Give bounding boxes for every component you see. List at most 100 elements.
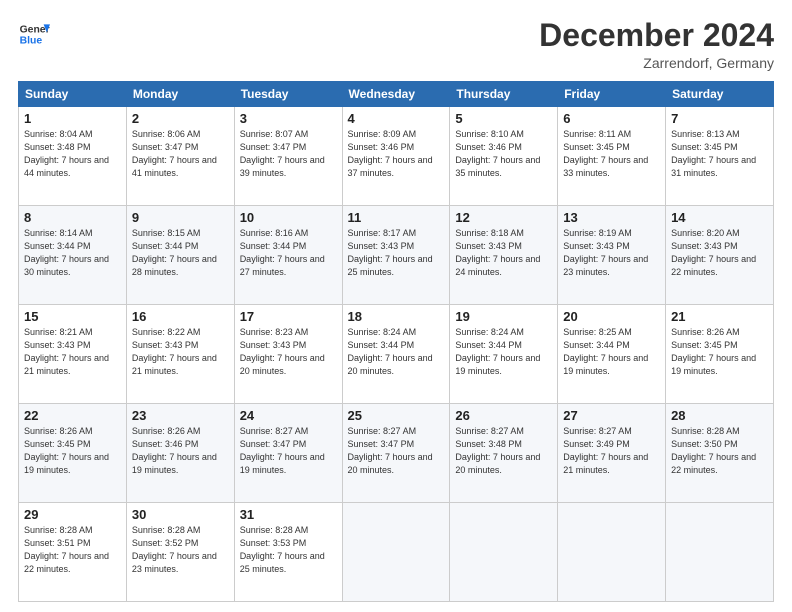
day-number: 25 — [348, 408, 445, 423]
day-number: 29 — [24, 507, 121, 522]
svg-text:Blue: Blue — [20, 36, 43, 47]
day-info: Sunrise: 8:28 AMSunset: 3:53 PMDaylight:… — [240, 524, 337, 576]
day-info: Sunrise: 8:06 AMSunset: 3:47 PMDaylight:… — [132, 128, 229, 180]
title-block: December 2024 Zarrendorf, Germany — [539, 18, 774, 71]
day-info: Sunrise: 8:26 AMSunset: 3:45 PMDaylight:… — [24, 425, 121, 477]
day-info: Sunrise: 8:11 AMSunset: 3:45 PMDaylight:… — [563, 128, 660, 180]
week-row-2: 8 Sunrise: 8:14 AMSunset: 3:44 PMDayligh… — [19, 206, 774, 305]
day-number: 15 — [24, 309, 121, 324]
day-cell-24: 24 Sunrise: 8:27 AMSunset: 3:47 PMDaylig… — [234, 404, 342, 503]
day-number: 7 — [671, 111, 768, 126]
day-info: Sunrise: 8:20 AMSunset: 3:43 PMDaylight:… — [671, 227, 768, 279]
day-info: Sunrise: 8:14 AMSunset: 3:44 PMDaylight:… — [24, 227, 121, 279]
day-number: 28 — [671, 408, 768, 423]
day-number: 12 — [455, 210, 552, 225]
day-cell-21: 21 Sunrise: 8:26 AMSunset: 3:45 PMDaylig… — [666, 305, 774, 404]
day-cell-23: 23 Sunrise: 8:26 AMSunset: 3:46 PMDaylig… — [126, 404, 234, 503]
calendar-title: December 2024 — [539, 18, 774, 53]
day-info: Sunrise: 8:28 AMSunset: 3:52 PMDaylight:… — [132, 524, 229, 576]
day-info: Sunrise: 8:24 AMSunset: 3:44 PMDaylight:… — [348, 326, 445, 378]
day-number: 10 — [240, 210, 337, 225]
day-info: Sunrise: 8:19 AMSunset: 3:43 PMDaylight:… — [563, 227, 660, 279]
day-info: Sunrise: 8:21 AMSunset: 3:43 PMDaylight:… — [24, 326, 121, 378]
day-cell-30: 30 Sunrise: 8:28 AMSunset: 3:52 PMDaylig… — [126, 503, 234, 602]
day-info: Sunrise: 8:15 AMSunset: 3:44 PMDaylight:… — [132, 227, 229, 279]
week-row-1: 1 Sunrise: 8:04 AMSunset: 3:48 PMDayligh… — [19, 107, 774, 206]
day-cell-19: 19 Sunrise: 8:24 AMSunset: 3:44 PMDaylig… — [450, 305, 558, 404]
day-info: Sunrise: 8:27 AMSunset: 3:47 PMDaylight:… — [348, 425, 445, 477]
day-cell-10: 10 Sunrise: 8:16 AMSunset: 3:44 PMDaylig… — [234, 206, 342, 305]
day-cell-13: 13 Sunrise: 8:19 AMSunset: 3:43 PMDaylig… — [558, 206, 666, 305]
page: General Blue December 2024 Zarrendorf, G… — [0, 0, 792, 612]
day-info: Sunrise: 8:10 AMSunset: 3:46 PMDaylight:… — [455, 128, 552, 180]
day-cell-16: 16 Sunrise: 8:22 AMSunset: 3:43 PMDaylig… — [126, 305, 234, 404]
day-cell-3: 3 Sunrise: 8:07 AMSunset: 3:47 PMDayligh… — [234, 107, 342, 206]
day-number: 30 — [132, 507, 229, 522]
day-cell-7: 7 Sunrise: 8:13 AMSunset: 3:45 PMDayligh… — [666, 107, 774, 206]
day-cell-8: 8 Sunrise: 8:14 AMSunset: 3:44 PMDayligh… — [19, 206, 127, 305]
empty-cell — [342, 503, 450, 602]
day-info: Sunrise: 8:28 AMSunset: 3:50 PMDaylight:… — [671, 425, 768, 477]
day-cell-1: 1 Sunrise: 8:04 AMSunset: 3:48 PMDayligh… — [19, 107, 127, 206]
day-number: 13 — [563, 210, 660, 225]
day-number: 31 — [240, 507, 337, 522]
calendar-table: Sunday Monday Tuesday Wednesday Thursday… — [18, 81, 774, 602]
day-info: Sunrise: 8:07 AMSunset: 3:47 PMDaylight:… — [240, 128, 337, 180]
day-info: Sunrise: 8:13 AMSunset: 3:45 PMDaylight:… — [671, 128, 768, 180]
day-info: Sunrise: 8:17 AMSunset: 3:43 PMDaylight:… — [348, 227, 445, 279]
day-number: 4 — [348, 111, 445, 126]
day-cell-31: 31 Sunrise: 8:28 AMSunset: 3:53 PMDaylig… — [234, 503, 342, 602]
day-number: 21 — [671, 309, 768, 324]
day-info: Sunrise: 8:27 AMSunset: 3:47 PMDaylight:… — [240, 425, 337, 477]
week-row-4: 22 Sunrise: 8:26 AMSunset: 3:45 PMDaylig… — [19, 404, 774, 503]
day-number: 1 — [24, 111, 121, 126]
day-number: 19 — [455, 309, 552, 324]
day-cell-26: 26 Sunrise: 8:27 AMSunset: 3:48 PMDaylig… — [450, 404, 558, 503]
day-cell-2: 2 Sunrise: 8:06 AMSunset: 3:47 PMDayligh… — [126, 107, 234, 206]
day-cell-11: 11 Sunrise: 8:17 AMSunset: 3:43 PMDaylig… — [342, 206, 450, 305]
day-cell-14: 14 Sunrise: 8:20 AMSunset: 3:43 PMDaylig… — [666, 206, 774, 305]
day-info: Sunrise: 8:26 AMSunset: 3:45 PMDaylight:… — [671, 326, 768, 378]
day-info: Sunrise: 8:26 AMSunset: 3:46 PMDaylight:… — [132, 425, 229, 477]
empty-cell — [450, 503, 558, 602]
day-cell-4: 4 Sunrise: 8:09 AMSunset: 3:46 PMDayligh… — [342, 107, 450, 206]
col-saturday: Saturday — [666, 82, 774, 107]
col-wednesday: Wednesday — [342, 82, 450, 107]
day-cell-25: 25 Sunrise: 8:27 AMSunset: 3:47 PMDaylig… — [342, 404, 450, 503]
day-info: Sunrise: 8:28 AMSunset: 3:51 PMDaylight:… — [24, 524, 121, 576]
day-number: 3 — [240, 111, 337, 126]
week-row-3: 15 Sunrise: 8:21 AMSunset: 3:43 PMDaylig… — [19, 305, 774, 404]
header: General Blue December 2024 Zarrendorf, G… — [18, 18, 774, 71]
day-number: 24 — [240, 408, 337, 423]
header-row: Sunday Monday Tuesday Wednesday Thursday… — [19, 82, 774, 107]
day-cell-9: 9 Sunrise: 8:15 AMSunset: 3:44 PMDayligh… — [126, 206, 234, 305]
col-thursday: Thursday — [450, 82, 558, 107]
day-number: 8 — [24, 210, 121, 225]
day-cell-20: 20 Sunrise: 8:25 AMSunset: 3:44 PMDaylig… — [558, 305, 666, 404]
day-cell-27: 27 Sunrise: 8:27 AMSunset: 3:49 PMDaylig… — [558, 404, 666, 503]
day-info: Sunrise: 8:16 AMSunset: 3:44 PMDaylight:… — [240, 227, 337, 279]
day-number: 27 — [563, 408, 660, 423]
logo-icon: General Blue — [18, 18, 50, 50]
day-cell-29: 29 Sunrise: 8:28 AMSunset: 3:51 PMDaylig… — [19, 503, 127, 602]
day-info: Sunrise: 8:27 AMSunset: 3:49 PMDaylight:… — [563, 425, 660, 477]
day-cell-5: 5 Sunrise: 8:10 AMSunset: 3:46 PMDayligh… — [450, 107, 558, 206]
day-cell-15: 15 Sunrise: 8:21 AMSunset: 3:43 PMDaylig… — [19, 305, 127, 404]
col-monday: Monday — [126, 82, 234, 107]
day-info: Sunrise: 8:25 AMSunset: 3:44 PMDaylight:… — [563, 326, 660, 378]
col-tuesday: Tuesday — [234, 82, 342, 107]
day-info: Sunrise: 8:27 AMSunset: 3:48 PMDaylight:… — [455, 425, 552, 477]
day-info: Sunrise: 8:04 AMSunset: 3:48 PMDaylight:… — [24, 128, 121, 180]
day-cell-6: 6 Sunrise: 8:11 AMSunset: 3:45 PMDayligh… — [558, 107, 666, 206]
day-cell-22: 22 Sunrise: 8:26 AMSunset: 3:45 PMDaylig… — [19, 404, 127, 503]
empty-cell — [558, 503, 666, 602]
day-number: 2 — [132, 111, 229, 126]
empty-cell — [666, 503, 774, 602]
day-info: Sunrise: 8:09 AMSunset: 3:46 PMDaylight:… — [348, 128, 445, 180]
day-number: 20 — [563, 309, 660, 324]
day-number: 6 — [563, 111, 660, 126]
day-cell-18: 18 Sunrise: 8:24 AMSunset: 3:44 PMDaylig… — [342, 305, 450, 404]
day-number: 26 — [455, 408, 552, 423]
day-info: Sunrise: 8:18 AMSunset: 3:43 PMDaylight:… — [455, 227, 552, 279]
day-info: Sunrise: 8:22 AMSunset: 3:43 PMDaylight:… — [132, 326, 229, 378]
